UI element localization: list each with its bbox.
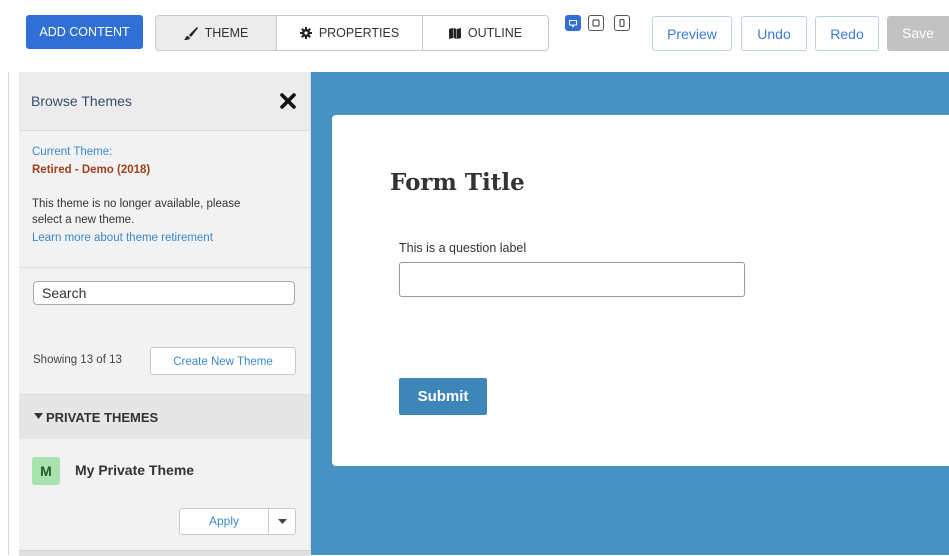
save-button[interactable]: Save [887,16,949,51]
caret-down-icon [277,519,287,524]
private-themes-header[interactable]: PRIVATE THEMES [19,394,310,439]
panel-divider [19,550,310,556]
form-canvas: Form Title This is a question label Subm… [311,72,949,555]
desktop-icon [569,19,577,27]
tab-properties[interactable]: PROPERTIES [277,16,423,50]
private-themes-label: PRIVATE THEMES [46,410,159,425]
phone-view-button[interactable] [614,15,630,31]
form-title[interactable]: Form Title [390,169,525,196]
close-icon[interactable] [279,92,297,110]
tab-theme[interactable]: THEME [156,16,277,50]
preview-button[interactable]: Preview [652,16,732,51]
map-icon [448,27,461,39]
tab-theme-label: THEME [204,26,249,40]
panel-title: Browse Themes [31,93,132,109]
tablet-view-button[interactable] [588,15,604,31]
caret-down-icon [34,413,43,419]
theme-avatar: M [32,457,60,485]
gear-icon [299,27,312,39]
tab-outline[interactable]: OUTLINE [423,16,548,50]
showing-count: Showing 13 of 13 [33,354,122,366]
search-input[interactable]: Search [33,281,295,305]
current-theme-info: Current Theme: Retired - Demo (2018) Thi… [19,131,310,268]
tab-properties-label: PROPERTIES [318,26,400,40]
top-toolbar: ADD CONTENT THEME PROPERTIES OUTLINE Pre… [0,0,949,72]
question-input[interactable] [399,262,745,297]
current-theme-label: Current Theme: [32,146,113,158]
phone-icon [619,19,625,27]
theme-name: My Private Theme [75,462,195,478]
undo-button[interactable]: Undo [741,16,807,51]
submit-button[interactable]: Submit [399,378,487,415]
desktop-view-button[interactable] [565,15,581,31]
form-card: Form Title This is a question label Subm… [332,115,949,466]
current-theme-name: Retired - Demo (2018) [32,164,151,176]
learn-more-link[interactable]: Learn more about theme retirement [32,232,213,244]
panel-header: Browse Themes [19,72,310,131]
tab-outline-label: OUTLINE [467,26,523,40]
theme-list-item: M My Private Theme Apply [19,439,310,555]
apply-button[interactable]: Apply [180,509,269,534]
apply-dropdown-button[interactable] [269,509,295,534]
retired-notice: This theme is no longer available, pleas… [32,198,241,226]
browse-themes-panel: Browse Themes Current Theme: Retired - D… [19,72,311,556]
tablet-icon [592,19,600,27]
redo-button[interactable]: Redo [815,16,879,51]
apply-split-button: Apply [179,508,296,535]
mode-tabs: THEME PROPERTIES OUTLINE [155,15,549,51]
create-new-theme-button[interactable]: Create New Theme [150,347,296,375]
add-content-button[interactable]: ADD CONTENT [26,15,143,49]
question-label[interactable]: This is a question label [399,241,526,255]
window-border [8,0,9,555]
brush-icon [183,26,198,40]
